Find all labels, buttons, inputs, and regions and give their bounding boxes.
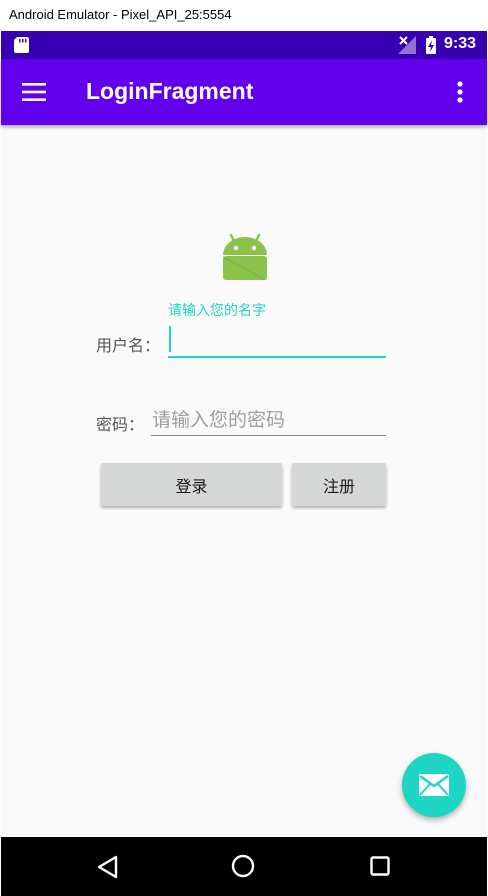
menu-icon[interactable] — [22, 83, 46, 101]
emulator-title-bar: Android Emulator - Pixel_API_25:5554 — [0, 0, 488, 31]
home-icon[interactable] — [231, 854, 255, 878]
password-label: 密码： — [96, 415, 145, 434]
password-placeholder: 请输入您的密码 — [152, 409, 286, 431]
password-input[interactable]: 请输入您的密码 — [151, 403, 386, 436]
text-cursor — [169, 326, 171, 352]
recents-icon[interactable] — [370, 856, 390, 876]
status-bar: 9:33 — [1, 31, 487, 59]
username-floating-hint: 请输入您的名字 — [168, 303, 266, 319]
app-title: LoginFragment — [86, 78, 254, 104]
navigation-bar — [1, 837, 487, 896]
battery-charging-icon — [426, 36, 436, 54]
window-title: Android Emulator - Pixel_API_25:5554 — [9, 7, 232, 22]
back-icon[interactable] — [96, 855, 118, 879]
app-bar: LoginFragment — [1, 59, 487, 125]
email-fab-button[interactable] — [402, 753, 466, 817]
sd-card-icon — [14, 37, 29, 53]
status-time: 9:33 — [444, 35, 477, 52]
login-button[interactable]: 登录 — [101, 463, 282, 506]
overflow-menu-icon[interactable] — [453, 80, 467, 104]
phone-screen: 9:33 LoginFragment 请输入您的名字 用户名： 密码： 请输入您… — [1, 31, 487, 896]
email-icon — [419, 774, 449, 796]
register-button[interactable]: 注册 — [292, 463, 386, 506]
signal-off-icon — [398, 36, 416, 54]
android-robot-icon — [223, 233, 267, 280]
username-input[interactable] — [168, 324, 386, 358]
username-label: 用户名： — [96, 336, 161, 355]
